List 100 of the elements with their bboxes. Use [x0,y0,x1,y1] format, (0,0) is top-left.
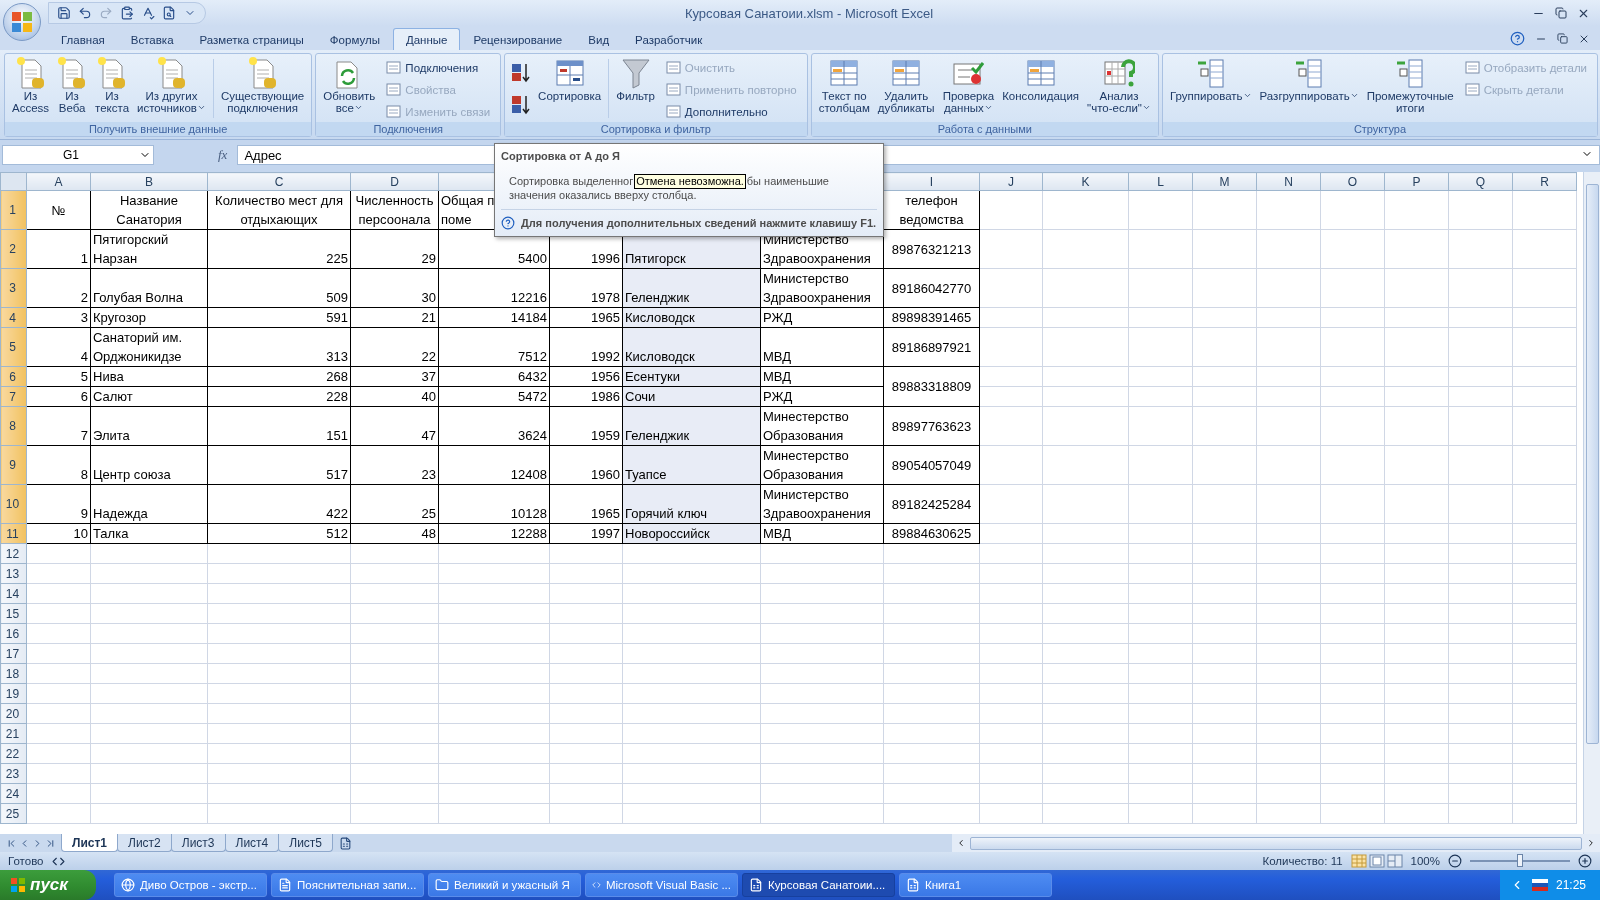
restore-icon[interactable] [1557,33,1568,44]
ribbon-tab[interactable]: Рецензирование [460,28,576,50]
zoom-out-icon[interactable] [1448,854,1462,868]
ribbon-button[interactable]: Анализ "что-если" [1084,55,1154,114]
ribbon-tab[interactable]: Вставка [117,28,187,50]
ribbon-button[interactable]: Разгруппировать [1256,55,1362,102]
column-header[interactable]: B [90,172,208,191]
column-header[interactable]: D [350,172,439,191]
ribbon-tab[interactable]: Вид [575,28,623,50]
column-header[interactable]: L [1128,172,1193,191]
column-header[interactable]: K [1042,172,1129,191]
column-header[interactable]: N [1256,172,1321,191]
ribbon-button[interactable]: Текст по столбцам [815,55,873,114]
ribbon-button[interactable]: Удалить дубликаты [874,55,938,114]
row-header[interactable]: 13 [0,563,27,584]
function-label[interactable]: fx [158,147,234,163]
ribbon-button[interactable]: Из текста [92,55,133,114]
row-header[interactable]: 3 [0,268,27,308]
row-header[interactable]: 22 [0,743,27,764]
ribbon-button[interactable]: Сортировка [535,55,605,102]
name-box[interactable]: G1 [2,145,154,165]
ribbon-button[interactable]: Фильтр [613,55,658,102]
taskbar-item[interactable]: Курсовая Санатоии.... [742,873,895,897]
ribbon-tab[interactable]: Формулы [316,28,393,50]
ribbon-button[interactable]: Существующие подключения [217,55,308,114]
horizontal-scrollbar[interactable] [952,834,1600,852]
row-header[interactable]: 4 [0,307,27,328]
row-header[interactable]: 16 [0,623,27,644]
ribbon-tab[interactable]: Данные [392,28,461,50]
column-header[interactable]: M [1192,172,1257,191]
column-header[interactable]: O [1320,172,1385,191]
column-header[interactable]: P [1384,172,1449,191]
help-icon[interactable] [1510,31,1525,46]
row-header[interactable]: 5 [0,327,27,367]
taskbar-item[interactable]: Книга1 [899,873,1052,897]
scroll-right-icon[interactable] [1586,838,1596,848]
taskbar-item[interactable]: Великий и ужасный Я [428,873,581,897]
sheet-tab[interactable]: Лист3 [170,834,226,852]
ribbon-button[interactable]: Из Access [9,55,53,114]
row-header[interactable]: 10 [0,484,27,524]
list-icon [386,60,402,75]
row-header[interactable]: 11 [0,523,27,544]
column-header[interactable]: J [979,172,1043,191]
column-header[interactable]: A [26,172,91,191]
last-sheet-icon[interactable] [45,837,56,849]
sheet-tab[interactable]: Лист5 [278,834,334,852]
ribbon-tab[interactable]: Главная [48,28,118,50]
ribbon-tab[interactable]: Разработчик [622,28,716,50]
column-header[interactable]: I [883,172,980,191]
ribbon-button[interactable]: Из Веба [54,55,91,114]
sheet-tab[interactable]: Лист2 [117,834,172,852]
save-icon[interactable] [55,4,73,22]
scroll-left-icon[interactable] [956,838,966,848]
taskbar-item[interactable]: Диво Остров - экстр... [114,873,267,897]
ribbon-button[interactable]: Обновить все [320,55,379,114]
sheet-tab[interactable]: Лист1 [61,834,119,852]
page-break-icon[interactable] [1386,854,1403,868]
row-header[interactable]: 15 [0,603,27,624]
insert-sheet-icon[interactable] [339,836,353,850]
taskbar-item[interactable]: Пояснительная запи... [271,873,424,897]
row-header[interactable]: 6 [0,366,27,387]
first-sheet-icon[interactable] [6,837,17,849]
language-flag-icon[interactable] [1531,879,1548,891]
row-header[interactable]: 21 [0,723,27,744]
ribbon-button[interactable]: Подключения [380,57,497,78]
ribbon-button[interactable]: Дополнительно [659,101,803,122]
row-header[interactable]: 8 [0,406,27,446]
row-header[interactable]: 7 [0,386,27,407]
row-header[interactable]: 20 [0,703,27,724]
column-header[interactable]: Q [1448,172,1513,191]
taskbar-item[interactable]: Microsoft Visual Basic ... [585,873,738,897]
sheet-tab[interactable]: Лист4 [224,834,280,852]
ribbon-tab[interactable]: Разметка страницы [186,28,317,50]
table-cell: МВД [760,327,884,367]
column-header[interactable]: C [207,172,351,191]
zoom-in-icon[interactable] [1578,854,1592,868]
row-header[interactable]: 14 [0,583,27,604]
ribbon-button[interactable]: Группировать [1166,55,1255,102]
restore-icon[interactable] [1555,6,1567,19]
vertical-scrollbar[interactable] [1583,172,1600,834]
row-header[interactable]: 23 [0,763,27,784]
zoom-thumb[interactable] [1517,854,1523,867]
row-header[interactable]: 2 [0,229,27,269]
row-header[interactable]: 18 [0,663,27,684]
row-header[interactable]: 17 [0,643,27,664]
page-layout-icon[interactable] [1368,854,1385,868]
start-button[interactable]: пуск [0,870,96,900]
row-header[interactable]: 9 [0,445,27,485]
row-header[interactable]: 1 [0,190,27,230]
row-header[interactable]: 25 [0,803,27,824]
row-header[interactable]: 24 [0,783,27,804]
ribbon-button[interactable]: Из других источников [134,55,209,114]
column-header[interactable]: R [1512,172,1577,191]
ribbon-group: Из Access Из Веба Из текста Из других источников Существующие подключения Получить внешние данные [4,53,313,137]
ribbon-button[interactable]: Проверка данных [939,55,998,114]
document-icon [278,878,292,892]
ribbon-button[interactable]: Консолидация [999,55,1083,102]
ribbon-button[interactable]: Промежуточные итоги [1363,55,1457,114]
row-header[interactable]: 12 [0,543,27,564]
row-header[interactable]: 19 [0,683,27,704]
